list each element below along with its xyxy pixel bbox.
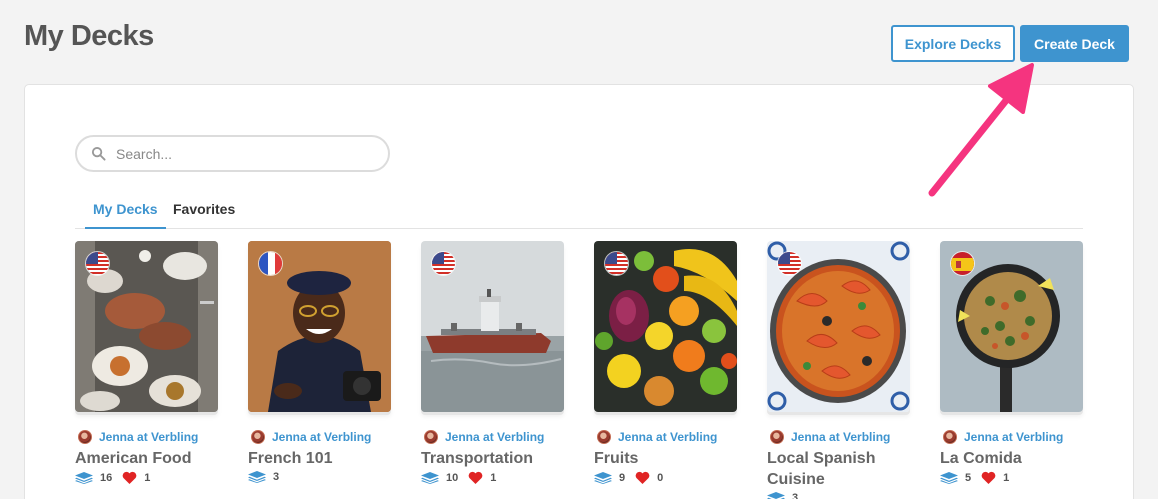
deck-card-french-101[interactable]: Jenna at Verbling French 101 3: [248, 241, 391, 483]
deck-image[interactable]: [940, 241, 1083, 412]
us-flag-icon: [85, 251, 110, 276]
avatar: [251, 430, 265, 444]
deck-author[interactable]: Jenna at Verbling: [767, 430, 910, 444]
us-flag-icon: [777, 251, 802, 276]
avatar: [943, 430, 957, 444]
deck-stats: 9 0: [594, 471, 737, 484]
avatar: [424, 430, 438, 444]
deck-stats: 5 1: [940, 471, 1083, 484]
fr-flag-icon: [258, 251, 283, 276]
deck-author[interactable]: Jenna at Verbling: [248, 430, 391, 444]
explore-decks-button[interactable]: Explore Decks: [891, 25, 1015, 62]
card-count: 10: [446, 471, 459, 484]
deck-author[interactable]: Jenna at Verbling: [75, 430, 218, 444]
deck-title: French 101: [248, 450, 333, 467]
es-flag-icon: [950, 251, 975, 276]
card-count: 16: [100, 471, 113, 484]
author-name: Jenna at Verbling: [618, 430, 718, 444]
deck-image[interactable]: [421, 241, 564, 412]
heart-icon[interactable]: [981, 471, 996, 484]
deck-card-american-food[interactable]: Jenna at Verbling American Food 16 1: [75, 241, 218, 484]
cards-stack-icon: [767, 492, 785, 499]
us-flag-icon: [604, 251, 629, 276]
like-count: 0: [657, 471, 664, 484]
cards-stack-icon: [594, 471, 612, 484]
deck-card-local-spanish-cuisine[interactable]: Jenna at Verbling Local Spanish Cuisine …: [767, 241, 910, 499]
deck-author[interactable]: Jenna at Verbling: [940, 430, 1083, 444]
author-name: Jenna at Verbling: [791, 430, 891, 444]
author-name: Jenna at Verbling: [964, 430, 1064, 444]
deck-image[interactable]: [248, 241, 391, 412]
author-name: Jenna at Verbling: [445, 430, 545, 444]
tab-my-decks[interactable]: My Decks: [85, 201, 166, 229]
deck-card-la-comida[interactable]: Jenna at Verbling La Comida 5 1: [940, 241, 1083, 484]
search-box[interactable]: [75, 135, 390, 172]
deck-author[interactable]: Jenna at Verbling: [421, 430, 564, 444]
heart-icon[interactable]: [122, 471, 137, 484]
card-count: 5: [965, 471, 972, 484]
deck-card-transportation[interactable]: Jenna at Verbling Transportation 10 1: [421, 241, 564, 484]
card-count: 3: [792, 492, 799, 499]
deck-title: Fruits: [594, 450, 639, 467]
like-count: 1: [1003, 471, 1010, 484]
deck-tabs: My Decks Favorites: [75, 199, 1083, 229]
heart-icon[interactable]: [635, 471, 650, 484]
author-name: Jenna at Verbling: [272, 430, 372, 444]
us-flag-icon: [431, 251, 456, 276]
like-count: 1: [490, 471, 497, 484]
avatar: [597, 430, 611, 444]
deck-title: American Food: [75, 450, 192, 467]
search-icon: [91, 146, 106, 161]
card-count: 3: [273, 471, 280, 483]
heart-icon[interactable]: [468, 471, 483, 484]
deck-title: La Comida: [940, 450, 1022, 467]
deck-image[interactable]: [594, 241, 737, 412]
cards-stack-icon: [248, 471, 266, 483]
deck-image[interactable]: [75, 241, 218, 412]
deck-author[interactable]: Jenna at Verbling: [594, 430, 737, 444]
cards-stack-icon: [940, 471, 958, 484]
page-title: My Decks: [24, 20, 154, 52]
deck-stats: 16 1: [75, 471, 218, 484]
deck-card-fruits[interactable]: Jenna at Verbling Fruits 9 0: [594, 241, 737, 484]
avatar: [770, 430, 784, 444]
search-input[interactable]: [116, 145, 366, 162]
cards-stack-icon: [75, 471, 93, 484]
deck-stats: 10 1: [421, 471, 564, 484]
like-count: 1: [144, 471, 151, 484]
cards-stack-icon: [421, 471, 439, 484]
deck-image[interactable]: [767, 241, 910, 412]
deck-title: Transportation: [421, 450, 534, 467]
avatar: [78, 430, 92, 444]
card-count: 9: [619, 471, 626, 484]
author-name: Jenna at Verbling: [99, 430, 199, 444]
create-deck-button[interactable]: Create Deck: [1020, 25, 1129, 62]
tab-favorites[interactable]: Favorites: [173, 201, 235, 227]
deck-stats: 3: [767, 492, 910, 499]
deck-stats: 3: [248, 471, 391, 483]
deck-title: Local Spanish Cuisine: [767, 450, 876, 488]
